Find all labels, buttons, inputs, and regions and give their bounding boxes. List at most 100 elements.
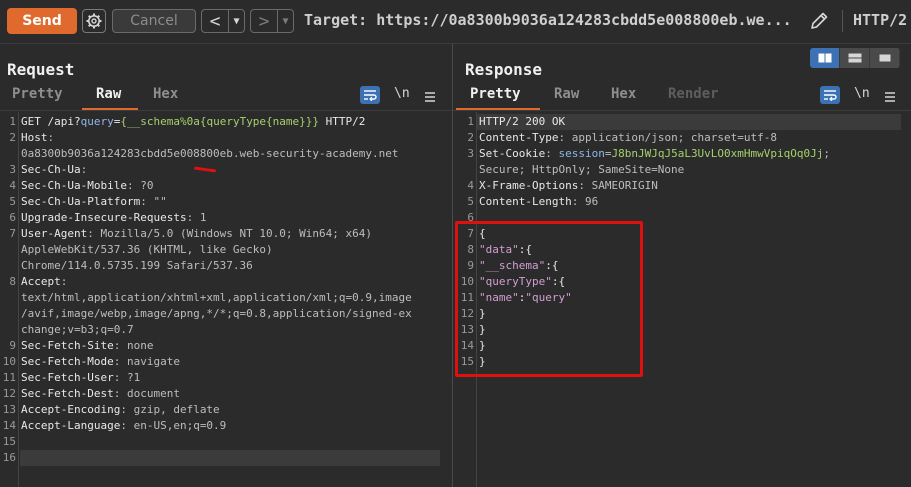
layout-tabbed-button[interactable] xyxy=(870,48,900,68)
wrap-lines-toggle[interactable] xyxy=(360,86,380,104)
back-button[interactable]: < xyxy=(202,10,228,32)
response-menu-button[interactable] xyxy=(884,88,896,102)
editor-line: 5 Sec-Ch-Ua-Platform: "" xyxy=(0,194,452,210)
line-number: 14 xyxy=(2,419,16,432)
show-newlines-toggle[interactable]: \n xyxy=(854,86,870,101)
line-number: 4 xyxy=(467,179,474,192)
token: AppleWebKit/537.36 (KHTML, like Gecko) xyxy=(21,243,273,256)
send-button[interactable]: Send xyxy=(7,8,77,34)
triangle-down-icon: ▼ xyxy=(233,15,240,27)
chevron-left-icon: < xyxy=(209,10,221,32)
token: 0a8300b9036a124283cbdd5e008800eb.web-sec… xyxy=(21,147,399,160)
line-number: 10 xyxy=(2,355,16,368)
target-url[interactable]: Target: https://0a8300b9036a124283cbdd5e… xyxy=(304,11,792,29)
editor-line: 0a8300b9036a124283cbdd5e008800eb.web-sec… xyxy=(0,146,452,162)
token: Accept-Language xyxy=(21,419,121,432)
line-text: Sec-Fetch-Mode: navigate xyxy=(21,354,180,370)
token: X-Frame-Options xyxy=(479,179,579,192)
history-forward-group: > ▼ xyxy=(250,9,294,33)
tab-raw[interactable]: Raw xyxy=(554,86,579,110)
token: : xyxy=(545,147,559,160)
token: Sec-Ch-Ua-Mobile xyxy=(21,179,127,192)
editor-line: 13 Accept-Encoding: gzip, deflate xyxy=(0,402,452,418)
token: : xyxy=(47,131,55,144)
request-pane: Request Pretty Raw Hex \n 1 GET /api?quer… xyxy=(0,44,452,487)
token: : 1 xyxy=(186,211,207,224)
token: Sec-Ch-Ua xyxy=(21,163,81,176)
token: : application/json; charset=utf-8 xyxy=(558,131,778,144)
token: : gzip, deflate xyxy=(120,403,220,416)
editor-line: Chrome/114.0.5735.199 Safari/537.36 xyxy=(0,258,452,274)
line-number: 16 xyxy=(2,451,16,464)
token: ; xyxy=(823,147,831,160)
response-title: Response xyxy=(465,60,543,79)
layout-stacked-button[interactable] xyxy=(840,48,870,68)
tab-pretty[interactable]: Pretty xyxy=(12,86,63,110)
token: J8bnJWJqJ5aL3UvLO0xmHmwVpiqOq0Jj xyxy=(611,147,824,160)
token: : xyxy=(60,275,68,288)
layout-switcher xyxy=(810,48,900,68)
cancel-button[interactable]: Cancel xyxy=(112,9,196,33)
editor-line: 4 Sec-Ch-Ua-Mobile: ?0 xyxy=(0,178,452,194)
line-text: User-Agent: Mozilla/5.0 (Windows NT 10.0… xyxy=(21,226,372,242)
line-number: 5 xyxy=(467,195,474,208)
token: Secure; HttpOnly; SameSite=None xyxy=(479,163,685,176)
line-text: AppleWebKit/537.36 (KHTML, like Gecko) xyxy=(21,242,273,258)
wrap-lines-toggle[interactable] xyxy=(820,86,840,104)
show-newlines-toggle[interactable]: \n xyxy=(394,86,410,101)
line-number: 9 xyxy=(9,339,16,352)
gear-icon xyxy=(86,13,102,29)
line-text: Accept-Language: en-US,en;q=0.9 xyxy=(21,418,226,434)
token: : ?0 xyxy=(126,179,154,192)
request-menu-button[interactable] xyxy=(424,88,436,102)
token: : "" xyxy=(140,195,167,208)
token: : none xyxy=(113,339,154,352)
forward-button[interactable]: > xyxy=(251,10,277,32)
token: User-Agent xyxy=(21,227,88,240)
line-text: Secure; HttpOnly; SameSite=None xyxy=(479,162,684,178)
chevron-right-icon: > xyxy=(258,10,270,32)
tab-pretty[interactable]: Pretty xyxy=(470,86,521,110)
token: Accept xyxy=(21,275,61,288)
edit-target-button[interactable] xyxy=(806,8,832,34)
line-number: 4 xyxy=(9,179,16,192)
json-body-highlight-box xyxy=(455,221,643,377)
back-dropdown-button[interactable]: ▼ xyxy=(228,10,244,32)
token: Sec-Fetch-User xyxy=(21,371,114,384)
tab-hex[interactable]: Hex xyxy=(153,86,178,110)
editor-line: 5 Content-Length: 96 xyxy=(453,194,911,210)
line-text: HTTP/2 200 OK xyxy=(479,114,565,130)
request-tabs: Pretty Raw Hex xyxy=(0,86,452,110)
line-text: Sec-Ch-Ua: xyxy=(21,162,87,178)
token: Set-Cookie xyxy=(479,147,546,160)
line-number: 7 xyxy=(9,227,16,240)
editor-line: text/html,application/xhtml+xml,applicat… xyxy=(0,290,452,306)
request-editor[interactable]: 1 GET /api?query={__schema%0a{queryType{n… xyxy=(0,112,452,487)
token: /avif,image/webp,image/apng,*/*;q=0.8,ap… xyxy=(21,307,412,320)
line-text: GET /api?query={__schema%0a{queryType{na… xyxy=(21,114,365,130)
hamburger-menu-icon xyxy=(425,92,435,102)
toolbar-separator xyxy=(842,10,843,32)
line-text: Host: xyxy=(21,130,54,146)
line-text: Sec-Ch-Ua-Platform: "" xyxy=(21,194,167,210)
settings-gear-button[interactable] xyxy=(82,9,106,33)
tab-raw[interactable]: Raw xyxy=(96,86,121,110)
hamburger-menu-icon xyxy=(885,92,895,102)
line-text: Accept-Encoding: gzip, deflate xyxy=(21,402,220,418)
layout-side-by-side-button[interactable] xyxy=(810,48,840,68)
line-text: Content-Type: application/json; charset=… xyxy=(479,130,777,146)
line-text: /avif,image/webp,image/apng,*/*;q=0.8,ap… xyxy=(21,306,412,322)
forward-dropdown-button[interactable]: ▼ xyxy=(277,10,293,32)
token: : ?1 xyxy=(113,371,141,384)
token: : document xyxy=(113,387,180,400)
editor-line: /avif,image/webp,image/apng,*/*;q=0.8,ap… xyxy=(0,306,452,322)
line-number: 15 xyxy=(2,435,16,448)
pencil-icon xyxy=(811,12,828,29)
tab-hex[interactable]: Hex xyxy=(611,86,636,110)
token: : 96 xyxy=(571,195,599,208)
editor-line: 16 xyxy=(0,450,452,466)
response-tabs-divider xyxy=(453,110,911,111)
editor-line: 2 Host: xyxy=(0,130,452,146)
protocol-label[interactable]: HTTP/2 xyxy=(853,11,907,29)
tab-render: Render xyxy=(668,86,719,102)
